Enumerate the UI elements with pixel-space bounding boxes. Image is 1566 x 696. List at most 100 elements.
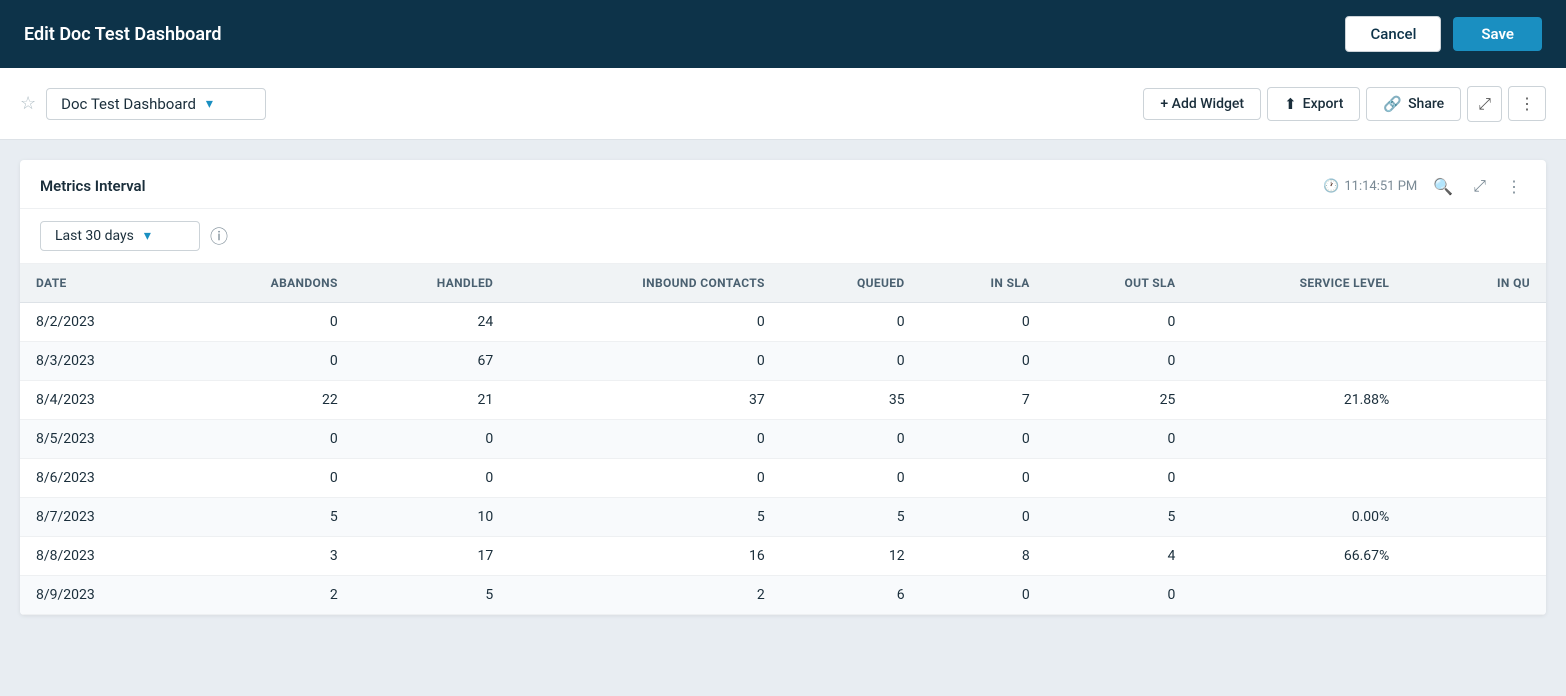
table-row: 8/6/2023000000 <box>20 459 1546 498</box>
table-cell <box>1191 342 1405 381</box>
col-in-sla: IN SLA <box>921 264 1046 303</box>
table-cell: 0 <box>781 459 921 498</box>
table-cell: 0 <box>781 420 921 459</box>
table-cell: 0 <box>781 342 921 381</box>
fullscreen-icon: ⤢ <box>1478 94 1491 114</box>
table-cell <box>1405 420 1546 459</box>
table-cell: 0 <box>921 420 1046 459</box>
col-service-level: SERVICE LEVEL <box>1191 264 1405 303</box>
widget-expand-button[interactable]: ⤢ <box>1469 174 1490 198</box>
table-cell: 6 <box>781 576 921 615</box>
table-cell: 8 <box>921 537 1046 576</box>
fullscreen-button[interactable]: ⤢ <box>1467 86 1502 122</box>
toolbar-right: + Add Widget ⬆ Export 🔗 Share ⤢ ⋮ <box>1143 86 1546 122</box>
widget-more-button[interactable]: ⋮ <box>1502 175 1526 198</box>
table-cell: 0 <box>354 420 510 459</box>
table-cell: 4 <box>1046 537 1192 576</box>
table-cell: 8/5/2023 <box>20 420 180 459</box>
table-cell: 0 <box>921 459 1046 498</box>
col-queued: QUEUED <box>781 264 921 303</box>
save-button[interactable]: Save <box>1453 17 1542 51</box>
table-cell <box>1405 342 1546 381</box>
table-header-row: DATE ABANDONS HANDLED INBOUND CONTACTS Q… <box>20 264 1546 303</box>
table-cell: 7 <box>921 381 1046 420</box>
table-cell <box>1191 576 1405 615</box>
dashboard-name-label: Doc Test Dashboard <box>61 95 196 113</box>
table-cell: 0.00% <box>1191 498 1405 537</box>
table-cell: 0 <box>1046 576 1192 615</box>
toolbar-left: ☆ Doc Test Dashboard ▾ <box>20 88 266 120</box>
dashboard-dropdown[interactable]: Doc Test Dashboard ▾ <box>46 88 266 120</box>
interval-row: Last 30 days ▾ ⓘ <box>20 209 1546 264</box>
table-cell: 8/8/2023 <box>20 537 180 576</box>
table-cell: 5 <box>180 498 354 537</box>
table-cell: 25 <box>1046 381 1192 420</box>
table-cell: 0 <box>1046 420 1192 459</box>
info-icon[interactable]: ⓘ <box>210 223 228 249</box>
table-cell: 3 <box>180 537 354 576</box>
table-cell: 35 <box>781 381 921 420</box>
widget-title: Metrics Interval <box>40 177 145 195</box>
table-cell: 8/9/2023 <box>20 576 180 615</box>
table-cell: 0 <box>180 420 354 459</box>
interval-dropdown[interactable]: Last 30 days ▾ <box>40 221 200 251</box>
table-cell: 5 <box>1046 498 1192 537</box>
table-cell: 5 <box>509 498 781 537</box>
widget-timestamp: 🕐 11:14:51 PM <box>1323 179 1417 194</box>
add-widget-button[interactable]: + Add Widget <box>1143 88 1261 120</box>
table-cell <box>1405 498 1546 537</box>
search-icon: 🔍 <box>1433 177 1453 196</box>
table-head: DATE ABANDONS HANDLED INBOUND CONTACTS Q… <box>20 264 1546 303</box>
table-cell: 0 <box>509 420 781 459</box>
more-vert-icon: ⋮ <box>1519 94 1535 113</box>
widget-search-button[interactable]: 🔍 <box>1429 175 1457 198</box>
widget-header: Metrics Interval 🕐 11:14:51 PM 🔍 ⤢ ⋮ <box>20 160 1546 209</box>
table-cell <box>1405 381 1546 420</box>
table-cell <box>1191 420 1405 459</box>
table-cell <box>1191 303 1405 342</box>
cancel-button[interactable]: Cancel <box>1345 16 1441 52</box>
table-cell: 0 <box>921 303 1046 342</box>
table-body: 8/2/202302400008/3/202306700008/4/202322… <box>20 303 1546 615</box>
metrics-table: DATE ABANDONS HANDLED INBOUND CONTACTS Q… <box>20 264 1546 615</box>
table-row: 8/2/20230240000 <box>20 303 1546 342</box>
interval-label: Last 30 days <box>55 228 134 244</box>
clock-icon: 🕐 <box>1323 179 1339 194</box>
metrics-table-wrapper: DATE ABANDONS HANDLED INBOUND CONTACTS Q… <box>20 264 1546 615</box>
export-button[interactable]: ⬆ Export <box>1267 87 1360 121</box>
col-date: DATE <box>20 264 180 303</box>
timestamp-value: 11:14:51 PM <box>1344 179 1417 194</box>
page-title: Edit Doc Test Dashboard <box>24 24 221 45</box>
table-cell <box>1405 303 1546 342</box>
export-icon: ⬆ <box>1284 95 1297 113</box>
col-in-qu: IN QU <box>1405 264 1546 303</box>
expand-icon: ⤢ <box>1473 176 1486 195</box>
table-cell: 16 <box>509 537 781 576</box>
interval-chevron-icon: ▾ <box>144 228 151 244</box>
table-cell: 0 <box>921 498 1046 537</box>
table-cell: 8/3/2023 <box>20 342 180 381</box>
more-options-button[interactable]: ⋮ <box>1508 86 1546 121</box>
table-row: 8/3/20230670000 <box>20 342 1546 381</box>
table-cell: 8/6/2023 <box>20 459 180 498</box>
col-handled: HANDLED <box>354 264 510 303</box>
share-icon: 🔗 <box>1383 95 1402 113</box>
share-button[interactable]: 🔗 Share <box>1366 87 1461 121</box>
table-cell <box>1405 537 1546 576</box>
table-cell: 8/7/2023 <box>20 498 180 537</box>
main-content: Metrics Interval 🕐 11:14:51 PM 🔍 ⤢ ⋮ <box>0 140 1566 635</box>
table-cell <box>1405 459 1546 498</box>
add-widget-label: + Add Widget <box>1160 96 1244 112</box>
table-row: 8/5/2023000000 <box>20 420 1546 459</box>
table-cell: 0 <box>921 576 1046 615</box>
widget-header-right: 🕐 11:14:51 PM 🔍 ⤢ ⋮ <box>1323 174 1526 198</box>
table-cell: 66.67% <box>1191 537 1405 576</box>
table-cell: 2 <box>509 576 781 615</box>
star-icon[interactable]: ☆ <box>20 93 36 114</box>
table-cell: 0 <box>509 303 781 342</box>
col-inbound-contacts: INBOUND CONTACTS <box>509 264 781 303</box>
table-cell: 8/2/2023 <box>20 303 180 342</box>
col-out-sla: OUT SLA <box>1046 264 1192 303</box>
table-cell: 21.88% <box>1191 381 1405 420</box>
widget-card: Metrics Interval 🕐 11:14:51 PM 🔍 ⤢ ⋮ <box>20 160 1546 615</box>
